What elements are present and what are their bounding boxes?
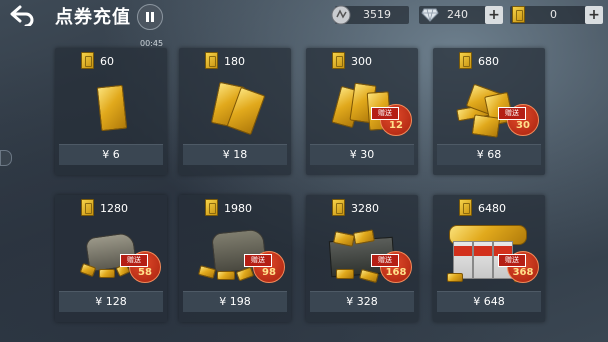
bonus-badge: 赠送 58	[120, 251, 161, 283]
coins-counter: 3519	[331, 5, 409, 25]
diamond-icon	[421, 8, 439, 22]
coin-icon	[331, 5, 351, 25]
price-button[interactable]: ¥ 128	[59, 291, 163, 312]
coins-value: 3519	[363, 8, 391, 21]
bonus-badge: 赠送 168	[371, 251, 412, 283]
price-button[interactable]: ¥ 648	[437, 291, 541, 312]
ticket-icon	[81, 199, 94, 216]
price-button[interactable]: ¥ 6	[59, 144, 163, 165]
bonus-value: 30	[516, 120, 530, 131]
pause-button[interactable]	[137, 4, 163, 30]
ticket-icon	[512, 6, 525, 23]
price-button[interactable]: ¥ 328	[310, 291, 414, 312]
package-card-3280[interactable]: 3280 赠送 168 ¥ 328	[306, 195, 418, 322]
tickets-value: 0	[550, 8, 557, 21]
package-amount: 1980	[224, 202, 252, 215]
bonus-value: 168	[385, 267, 407, 278]
ticket-icon	[81, 52, 94, 69]
diamonds-counter: 240 +	[419, 6, 503, 24]
ticket-icon	[205, 52, 218, 69]
package-amount: 1280	[100, 202, 128, 215]
ticket-icon	[205, 199, 218, 216]
package-card-680[interactable]: 680 赠送 30 ¥ 68	[433, 48, 545, 175]
package-card-6480[interactable]: 6480 赠送 368 ¥ 648	[433, 195, 545, 322]
recording-timer: 00:45	[140, 39, 164, 48]
bonus-label: 赠送	[371, 107, 399, 120]
price-button[interactable]: ¥ 18	[183, 144, 287, 165]
bonus-badge: 赠送 368	[498, 251, 539, 283]
bonus-value: 98	[262, 267, 276, 278]
package-card-1980[interactable]: 1980 赠送 98 ¥ 198	[179, 195, 291, 322]
ticket-icon	[459, 52, 472, 69]
gold-bar-image	[65, 74, 157, 142]
ticket-icon	[459, 199, 472, 216]
package-card-60[interactable]: 60 ¥ 6	[55, 48, 167, 175]
tickets-counter: 0 +	[510, 6, 603, 24]
package-amount: 180	[224, 55, 245, 68]
side-drawer-handle[interactable]	[0, 150, 12, 166]
bonus-label: 赠送	[498, 107, 526, 120]
ticket-icon	[332, 199, 345, 216]
bonus-badge: 赠送 30	[498, 104, 539, 136]
price-button[interactable]: ¥ 198	[183, 291, 287, 312]
package-amount: 60	[100, 55, 114, 68]
price-button[interactable]: ¥ 68	[437, 144, 541, 165]
bonus-label: 赠送	[120, 254, 148, 267]
diamonds-value: 240	[447, 8, 468, 21]
package-card-300[interactable]: 300 赠送 12 ¥ 30	[306, 48, 418, 175]
ticket-icon	[332, 52, 345, 69]
package-amount: 3280	[351, 202, 379, 215]
gold-bars-image	[189, 74, 281, 142]
bonus-badge: 赠送 98	[244, 251, 285, 283]
package-card-180[interactable]: 180 ¥ 18	[179, 48, 291, 175]
page-title: 点券充值	[55, 7, 131, 28]
add-diamonds-button[interactable]: +	[485, 6, 503, 24]
bonus-value: 12	[389, 120, 403, 131]
bonus-label: 赠送	[244, 254, 272, 267]
bonus-badge: 赠送 12	[371, 104, 412, 136]
bonus-label: 赠送	[498, 254, 526, 267]
package-amount: 6480	[478, 202, 506, 215]
add-tickets-button[interactable]: +	[585, 6, 603, 24]
package-amount: 680	[478, 55, 499, 68]
back-arrow-icon[interactable]	[8, 4, 36, 26]
bonus-label: 赠送	[371, 254, 399, 267]
package-card-1280[interactable]: 1280 赠送 58 ¥ 128	[55, 195, 167, 322]
bonus-value: 368	[512, 267, 534, 278]
bonus-value: 58	[138, 267, 152, 278]
price-button[interactable]: ¥ 30	[310, 144, 414, 165]
package-amount: 300	[351, 55, 372, 68]
